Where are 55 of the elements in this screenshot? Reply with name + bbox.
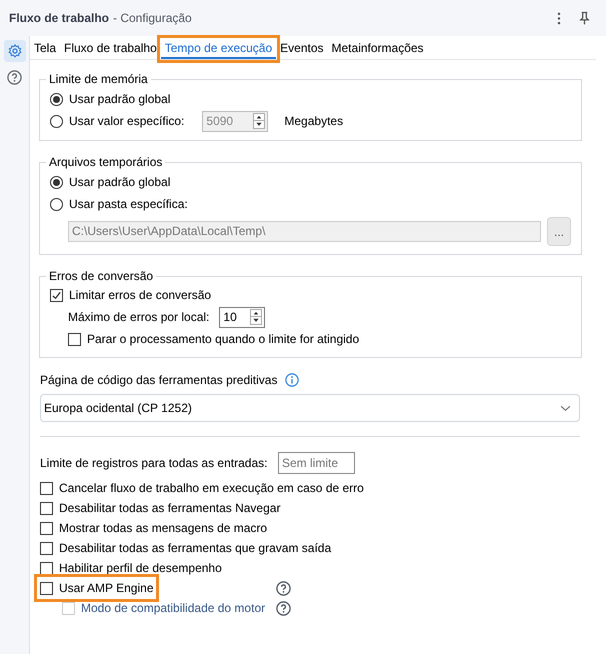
- radio-button[interactable]: [50, 114, 63, 128]
- radio-label: Usar padrão global: [69, 174, 170, 191]
- checkbox[interactable]: [40, 562, 53, 574]
- checkbox-label: Habilitar perfil de desempenho: [59, 560, 222, 577]
- help-icon[interactable]: [7, 70, 22, 84]
- code-page-dropdown[interactable]: Europa ocidental (CP 1252): [40, 394, 580, 422]
- checkbox-label: Mostrar todas as mensagens de macro: [59, 520, 268, 537]
- spin-up-icon[interactable]: [250, 309, 262, 317]
- checkbox-label: Parar o processamento quando o limite for atingido: [87, 331, 360, 348]
- group-title: Limite de memória: [48, 71, 149, 88]
- spin-down-icon[interactable]: [253, 121, 266, 129]
- checkbox-label: Limitar erros de conversão: [69, 287, 212, 304]
- window-title: Fluxo de trabalho: [9, 10, 110, 27]
- tab[interactable]: Metainformações: [328, 39, 428, 59]
- radio-button[interactable]: [50, 198, 63, 210]
- radio-label: Usar valor específico:: [69, 113, 184, 130]
- chevron-down-icon: [560, 404, 571, 412]
- checkbox[interactable]: [40, 522, 53, 534]
- tab[interactable]: Tela: [30, 39, 60, 59]
- checkbox-label: Modo de compatibilidade do motor: [81, 600, 266, 617]
- radio-label: Usar pasta específica:: [69, 196, 188, 213]
- checkbox[interactable]: [40, 542, 53, 554]
- checkbox-label: Desabilitar todas as ferramentas Navegar: [59, 500, 280, 517]
- info-icon[interactable]: [285, 373, 300, 387]
- spin-up-icon[interactable]: [253, 113, 266, 121]
- tab[interactable]: Fluxo de trabalho: [60, 39, 161, 59]
- checkbox[interactable]: [40, 582, 53, 594]
- window-subtitle: - Configuração: [113, 10, 192, 27]
- checkbox-label: Cancelar fluxo de trabalho em execução em caso de erro: [59, 480, 364, 497]
- radio-label: Usar padrão global: [69, 91, 170, 108]
- help-icon[interactable]: [276, 580, 291, 596]
- unit-label: Megabytes: [284, 113, 344, 130]
- field-label: Máximo de erros por local:: [68, 309, 210, 326]
- checkbox[interactable]: [68, 332, 81, 346]
- group-title: Erros de conversão: [48, 268, 154, 285]
- settings-tab[interactable]: [4, 40, 26, 62]
- checkbox[interactable]: [40, 502, 53, 514]
- spin-down-icon[interactable]: [250, 317, 262, 325]
- checkbox-label: Desabilitar todas as ferramentas que gravam saída: [59, 540, 332, 557]
- checkbox[interactable]: [40, 482, 53, 494]
- checkbox[interactable]: [50, 288, 63, 302]
- radio-button[interactable]: [50, 92, 63, 106]
- checkbox-label: Usar AMP Engine: [59, 580, 154, 597]
- field-label: Limite de registros para todas as entradas:: [40, 455, 268, 472]
- group-title: Arquivos temporários: [48, 154, 164, 171]
- record-limit-field[interactable]: Sem limite: [278, 452, 355, 474]
- radio-button[interactable]: [50, 176, 63, 188]
- browse-button[interactable]: ...: [547, 217, 571, 246]
- folder-path-field[interactable]: C:\Users\User\AppData\Local\Temp\: [68, 221, 541, 242]
- number-field[interactable]: 10: [219, 306, 266, 328]
- pin-icon[interactable]: [579, 11, 590, 25]
- settings-icon: [8, 44, 22, 58]
- tab[interactable]: Eventos: [276, 39, 328, 59]
- more-icon[interactable]: [557, 12, 561, 24]
- field-label: Página de código das ferramentas preditivas: [40, 372, 278, 389]
